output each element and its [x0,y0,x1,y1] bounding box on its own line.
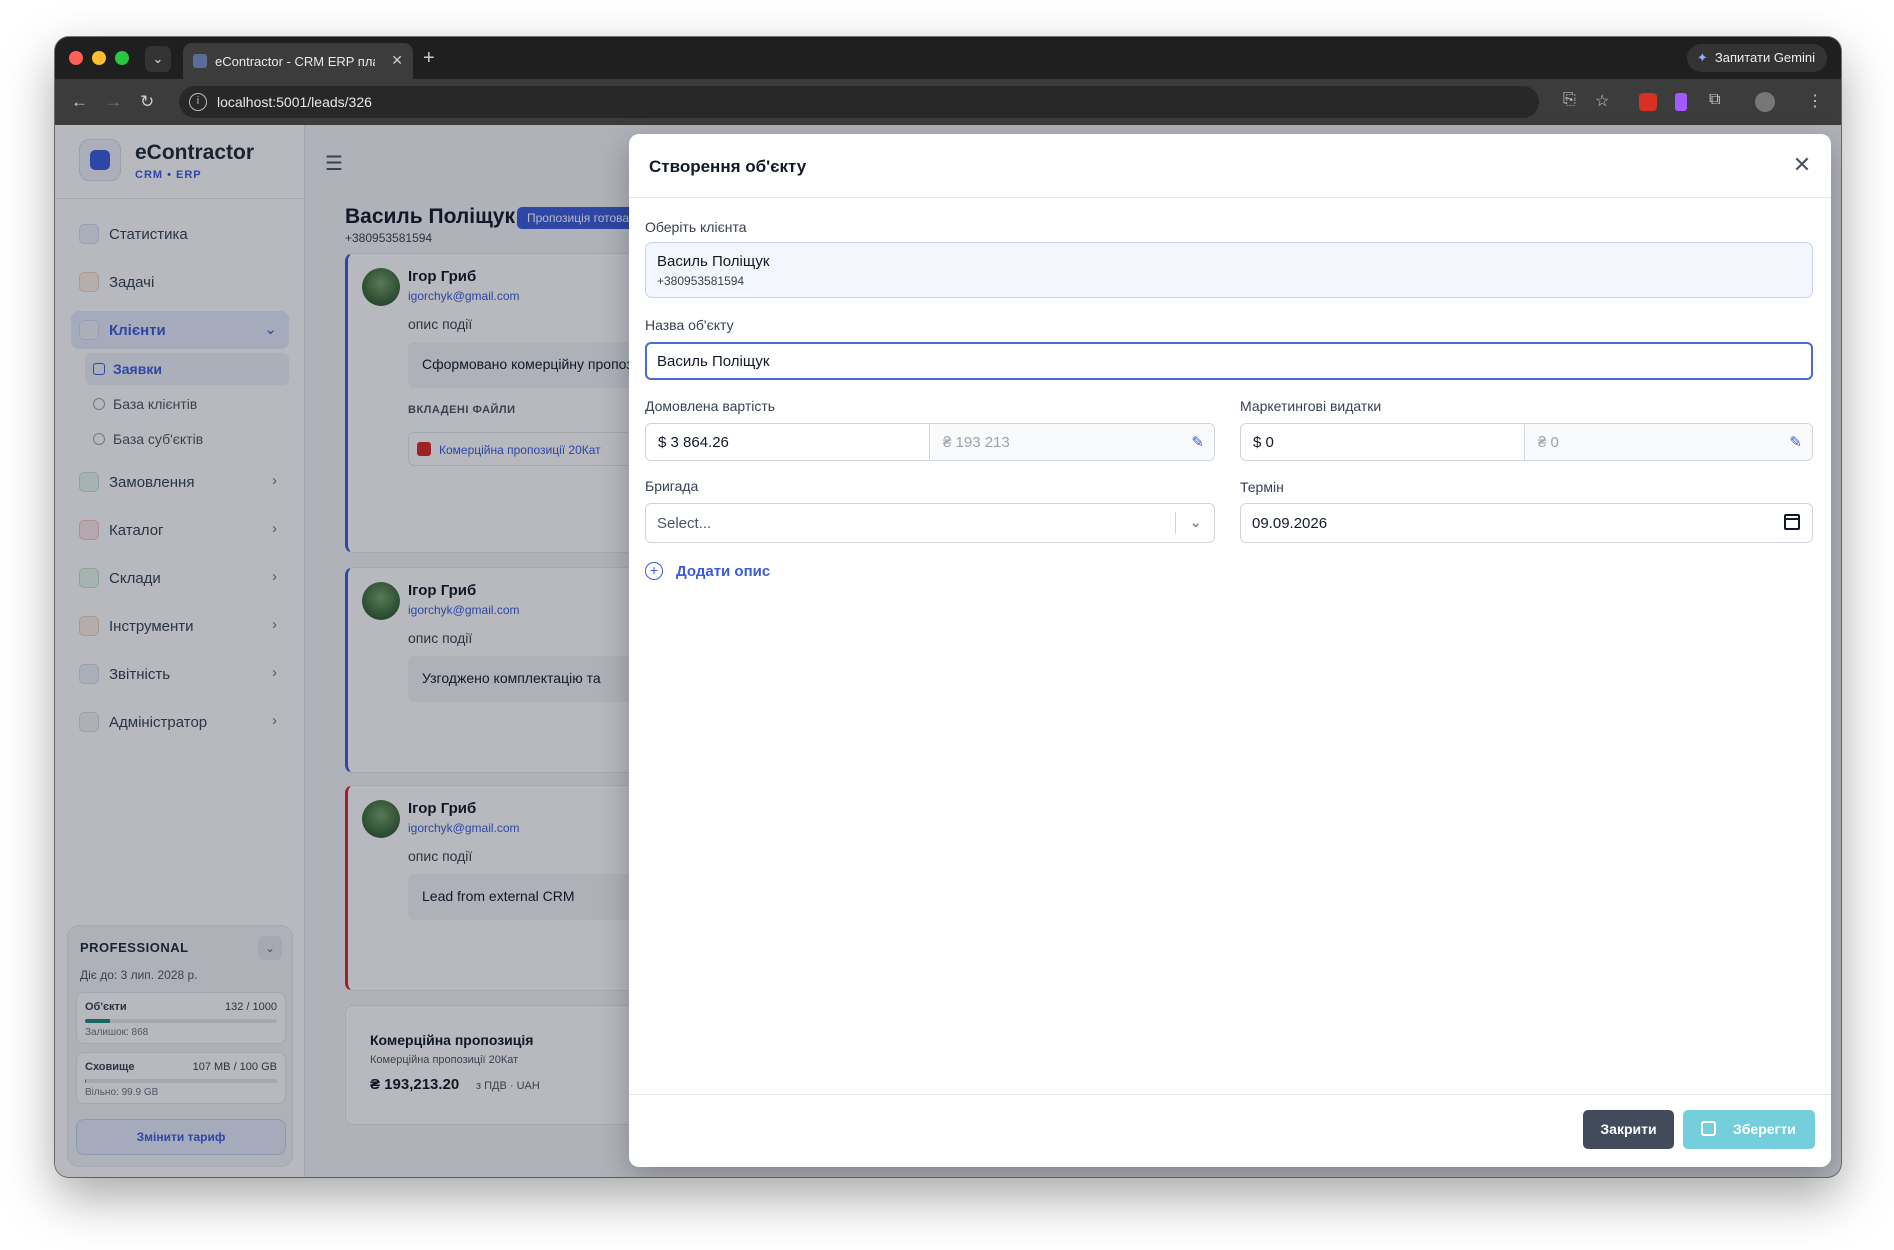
agreed-cost-usd-input[interactable]: $ 3 864.26 [646,424,930,460]
client-name: Василь Поліщук [657,253,770,270]
agreed-cost-uah-input[interactable]: ₴ 193 213 [931,424,1214,460]
window-maximize-button[interactable] [115,51,129,65]
agreed-cost-field: $ 3 864.26 ₴ 193 213 ✎ [645,423,1215,461]
tab-favicon-icon [193,54,207,68]
divider [629,197,1831,198]
window-close-button[interactable] [69,51,83,65]
gemini-button[interactable]: ✦ Запитати Gemini [1686,44,1827,72]
new-tab-icon[interactable]: + [423,47,435,70]
client-phone: +380953581594 [657,274,745,288]
save-button[interactable]: Зберегти [1683,1110,1815,1149]
close-icon[interactable]: ✕ [1789,152,1815,178]
figma-extension-icon[interactable] [1675,93,1687,111]
pencil-icon[interactable]: ✎ [1789,433,1802,451]
extensions-puzzle-icon[interactable]: ⧉ [1709,91,1720,109]
tab-search-icon[interactable]: ⌄ [145,46,171,72]
client-label: Оберіть клієнта [645,219,747,235]
reload-icon[interactable]: ↻ [140,92,154,112]
marketing-uah-input[interactable]: ₴ 0 [1526,424,1812,460]
calendar-icon[interactable] [1784,514,1800,530]
add-description-label: Додати опис [676,563,771,580]
tab-close-icon[interactable]: ✕ [391,52,403,69]
deadline-value: 09.09.2026 [1252,515,1328,532]
window-minimize-button[interactable] [92,51,106,65]
site-info-icon[interactable]: i [189,93,207,111]
forward-icon[interactable]: → [105,92,122,112]
modal-title: Створення об'єкту [649,157,807,176]
close-button[interactable]: Закрити [1583,1110,1674,1149]
brigade-placeholder: Select... [657,515,712,532]
extension-icon[interactable] [1639,93,1657,111]
brigade-label: Бригада [645,478,699,494]
browser-window: ⌄ eContractor - CRM ERP платформа ✕ + ✦ … [55,37,1841,1177]
object-name-input[interactable] [645,342,1813,380]
plus-circle-icon: + [645,562,663,580]
gemini-spark-icon: ✦ [1696,50,1708,65]
bookmark-star-icon[interactable]: ☆ [1595,91,1609,111]
browser-toolbar: ← → ↻ i localhost:5001/leads/326 ⎘ ☆ ⧉ ⋮ [55,79,1841,125]
deadline-date-input[interactable]: 09.09.2026 [1240,503,1813,543]
agreed-cost-label: Домовлена вартість [645,398,776,414]
marketing-field: $ 0 ₴ 0 ✎ [1240,423,1813,461]
address-bar[interactable]: i localhost:5001/leads/326 [179,86,1539,118]
brigade-select[interactable]: Select... ⌄ [645,503,1215,543]
install-icon[interactable]: ⎘ [1563,91,1576,109]
save-disk-icon [1701,1121,1716,1136]
deadline-label: Термін [1240,479,1284,495]
gemini-label: Запитати Gemini [1714,50,1815,65]
pencil-icon[interactable]: ✎ [1191,433,1204,451]
browser-tabbar: ⌄ eContractor - CRM ERP платформа ✕ + ✦ … [55,37,1841,79]
profile-avatar[interactable] [1755,92,1775,112]
marketing-usd-input[interactable]: $ 0 [1241,424,1525,460]
chevron-down-icon: ⌄ [1189,514,1202,531]
client-select[interactable]: Василь Поліщук +380953581594 [645,242,1813,298]
url-text: localhost:5001/leads/326 [217,94,372,110]
marketing-label: Маркетингові видатки [1240,398,1382,414]
object-name-label: Назва об'єкту [645,317,734,333]
app: eContractor CRM • ERP Статистика Задачі … [55,125,1841,1177]
browser-menu-icon[interactable]: ⋮ [1807,91,1823,111]
divider [629,1094,1831,1095]
back-icon[interactable]: ← [71,92,88,112]
save-button-label: Зберегти [1733,1121,1796,1137]
create-object-modal: Створення об'єкту ✕ Оберіть клієнта Васи… [629,134,1831,1167]
tab-title: eContractor - CRM ERP платформа [215,54,375,69]
browser-tab[interactable]: eContractor - CRM ERP платформа ✕ [183,43,413,79]
divider [1175,512,1176,534]
